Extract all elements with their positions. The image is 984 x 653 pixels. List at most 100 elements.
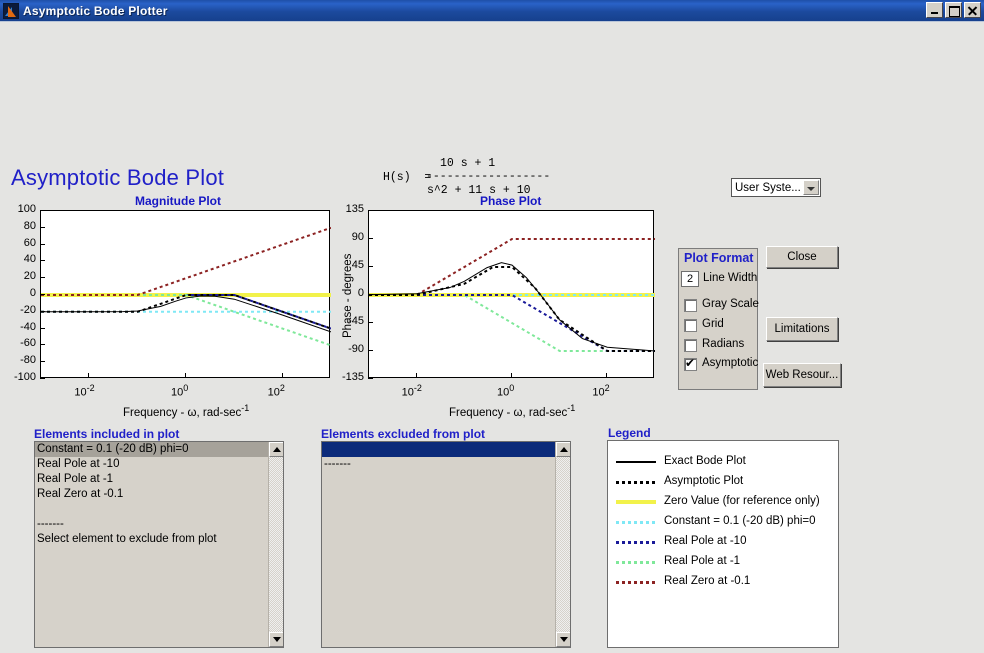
y-tick-label: 90 xyxy=(351,231,364,243)
list-item[interactable] xyxy=(35,502,268,517)
x-tick-mark xyxy=(511,373,512,378)
legend-entry-label: Real Zero at -0.1 xyxy=(664,575,751,587)
legend-entry: Real Pole at -10 xyxy=(616,535,836,549)
x-tick-exponent: -2 xyxy=(413,383,422,393)
legend-entry: Zero Value (for reference only) xyxy=(616,495,836,509)
list-item[interactable]: Real Pole at -10 xyxy=(35,457,268,472)
y-tick-mark xyxy=(368,350,373,351)
legend-entry-label: Asymptotic Plot xyxy=(664,475,744,487)
x-tick-label: 10-2 xyxy=(402,383,422,399)
transfer-function-lhs: H(s) = xyxy=(383,171,432,184)
x-tick-base: 10 xyxy=(592,386,605,399)
y-tick-label: 100 xyxy=(17,203,36,215)
legend-entry-label: Real Pole at -1 xyxy=(664,555,741,567)
list-item[interactable]: ------- xyxy=(322,457,555,472)
series-asymptotic-plot xyxy=(369,266,655,352)
plot-curves xyxy=(369,238,655,352)
y-tick-mark xyxy=(368,294,373,295)
legend-entry: Exact Bode Plot xyxy=(616,455,836,469)
included-list-scrollbar[interactable] xyxy=(268,442,283,647)
y-tick-label: 20 xyxy=(23,270,36,283)
close-button[interactable]: Close xyxy=(766,246,838,268)
checkbox-icon[interactable] xyxy=(684,319,697,332)
matlab-flame-icon xyxy=(3,2,19,19)
chevron-down-icon[interactable] xyxy=(803,180,819,195)
application-window: Asymptotic Bode Plotter Asymptotic Bode … xyxy=(0,0,984,653)
legend-line-swatch xyxy=(616,561,656,564)
y-tick-mark xyxy=(40,260,45,262)
y-tick-label: 40 xyxy=(23,253,36,266)
y-tick-label: 135 xyxy=(345,203,364,215)
checkbox-label: Gray Scale xyxy=(702,298,759,310)
limitations-button[interactable]: Limitations xyxy=(766,317,838,341)
maximize-button[interactable] xyxy=(945,2,962,18)
x-tick-base: 10 xyxy=(401,386,414,399)
y-tick-mark xyxy=(40,378,45,379)
x-axis-label-text: Frequency - ω, rad-sec xyxy=(123,406,242,419)
elements-included-listbox[interactable]: Constant = 0.1 (-20 dB) phi=0 Real Pole a… xyxy=(34,441,284,648)
list-item[interactable]: Real Zero at -0.1 xyxy=(35,487,268,502)
list-item[interactable]: Select element to exclude from plot xyxy=(35,532,268,547)
scroll-down-icon[interactable] xyxy=(556,632,570,647)
x-tick-label: 102 xyxy=(268,383,285,399)
y-tick-mark xyxy=(40,327,45,329)
x-tick-mark xyxy=(606,373,608,378)
legend-line-swatch xyxy=(616,461,656,463)
y-tick-mark xyxy=(40,226,45,228)
minimize-button[interactable] xyxy=(926,2,943,18)
x-axis-label-exponent: -1 xyxy=(567,403,576,413)
plot-format-title: Plot Format xyxy=(684,251,754,265)
checkbox-icon[interactable] xyxy=(684,299,697,312)
x-axis-label-text: Frequency - ω, rad-sec xyxy=(449,406,568,419)
x-tick-base: 10 xyxy=(267,386,280,399)
x-tick-mark xyxy=(281,373,283,378)
scroll-up-icon[interactable] xyxy=(556,442,570,457)
x-tick-exponent: 2 xyxy=(279,383,285,393)
excluded-list-label: Elements excluded from plot xyxy=(321,427,486,441)
x-axis-label-exponent: -1 xyxy=(241,403,250,413)
checkbox-icon[interactable] xyxy=(684,356,697,371)
series-real-pole-at-1 xyxy=(41,294,331,347)
y-tick-mark xyxy=(368,210,373,211)
series-real-zero-at-0-1 xyxy=(41,226,331,296)
y-tick-mark xyxy=(368,378,373,379)
checkbox-label: Radians xyxy=(702,338,745,350)
scroll-down-icon[interactable] xyxy=(269,632,283,647)
legend-entry-label: Real Pole at -10 xyxy=(664,535,747,547)
y-tick-mark xyxy=(40,277,45,279)
y-tick-mark xyxy=(40,310,45,312)
list-item[interactable] xyxy=(322,442,555,457)
y-tick-label: 60 xyxy=(23,236,36,249)
series-real-zero-at-0-1 xyxy=(369,238,655,296)
web-resources-button[interactable]: Web Resour... xyxy=(763,363,841,387)
system-select-value: User Syste... xyxy=(735,181,801,194)
list-item[interactable]: Constant = 0.1 (-20 dB) phi=0 xyxy=(35,442,268,457)
close-window-button[interactable] xyxy=(964,2,981,18)
series-exact-bode-plot xyxy=(369,262,655,352)
plot-axes-area xyxy=(40,210,331,378)
x-tick-exponent: 2 xyxy=(604,383,610,393)
legend-entry-label: Exact Bode Plot xyxy=(664,455,746,467)
excluded-list-scrollbar[interactable] xyxy=(555,442,570,647)
plot-axes-area xyxy=(368,210,655,378)
list-item[interactable]: Real Pole at -1 xyxy=(35,472,268,487)
page-title: Asymptotic Bode Plot xyxy=(11,165,225,190)
legend-label: Legend xyxy=(608,426,651,440)
list-item[interactable]: ------- xyxy=(35,517,268,532)
system-select-dropdown[interactable]: User Syste... xyxy=(731,178,821,197)
magnitude-plot: 100 80 60 40 20 0 -20 -40 -60 -80 -100 10-2 100 102 Fr… xyxy=(8,203,338,419)
elements-excluded-listbox[interactable]: ------- xyxy=(321,441,571,648)
line-width-input[interactable]: 2 xyxy=(681,271,699,287)
x-tick-base: 10 xyxy=(171,386,184,399)
legend-line-swatch xyxy=(616,481,656,484)
checkbox-label: Asymptotic xyxy=(702,357,759,369)
scroll-up-icon[interactable] xyxy=(269,442,283,457)
line-width-label: Line Width xyxy=(703,272,758,284)
y-tick-label: -20 xyxy=(20,303,36,316)
y-tick-mark xyxy=(40,243,45,245)
checkbox-icon[interactable] xyxy=(684,339,697,352)
legend-line-swatch xyxy=(616,541,656,544)
legend-entry-label: Constant = 0.1 (-20 dB) phi=0 xyxy=(664,515,816,527)
y-tick-label: -135 xyxy=(341,371,364,383)
x-tick-base: 10 xyxy=(497,386,510,399)
